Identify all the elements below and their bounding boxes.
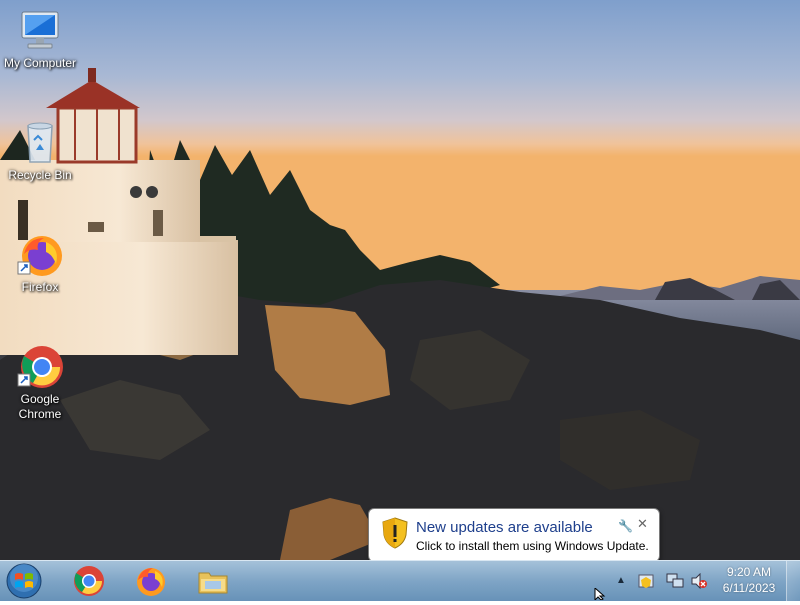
wallpaper-image xyxy=(0,0,800,560)
chrome-icon xyxy=(74,566,104,596)
taskbar-app-explorer[interactable] xyxy=(186,563,240,599)
volume-muted-icon[interactable] xyxy=(690,573,708,589)
desktop-icon-label: Firefox xyxy=(21,280,59,294)
desktop-icon-label: Google Chrome xyxy=(18,392,62,421)
warning-shield-icon xyxy=(382,517,408,549)
computer-icon xyxy=(21,11,59,49)
desktop-icon-google-chrome[interactable]: Google Chrome xyxy=(0,344,80,422)
notification-body: Click to install them using Windows Upda… xyxy=(416,539,649,553)
mouse-pointer-icon xyxy=(594,588,606,600)
desktop-icon-my-computer[interactable]: My Computer xyxy=(0,8,80,71)
clock-time: 9:20 AM xyxy=(726,565,772,579)
clock-date: 6/11/2023 xyxy=(722,581,776,595)
close-icon[interactable]: ✕ xyxy=(637,516,648,532)
options-wrench-icon[interactable]: 🔧 xyxy=(618,519,633,533)
taskbar-app-chrome[interactable] xyxy=(62,563,116,599)
notification-title: New updates are available xyxy=(416,519,593,536)
windows-update-tray-icon[interactable] xyxy=(638,573,654,589)
firefox-icon xyxy=(17,236,62,276)
taskbar: ▲ 9:20 AM 6/11/2023 xyxy=(0,560,800,601)
show-desktop-button[interactable] xyxy=(786,561,800,601)
desktop-icon-firefox[interactable]: Firefox xyxy=(0,232,80,295)
recycle-bin-icon xyxy=(27,122,53,163)
update-notification-balloon[interactable]: New updates are available Click to insta… xyxy=(368,508,660,560)
system-clock[interactable]: 9:20 AM 6/11/2023 xyxy=(712,564,786,596)
show-hidden-icons-button[interactable]: ▲ xyxy=(616,575,626,586)
windows-start-icon xyxy=(6,563,42,599)
desktop-icon-label: Recycle Bin xyxy=(8,168,72,182)
firefox-icon xyxy=(137,568,165,596)
desktop-icon-recycle-bin[interactable]: Recycle Bin xyxy=(0,120,80,183)
desktop: My Computer Recycle Bin Firefox Google C… xyxy=(0,0,800,560)
chrome-icon xyxy=(17,346,63,388)
network-icon[interactable] xyxy=(666,573,684,589)
taskbar-app-firefox[interactable] xyxy=(124,563,178,599)
folder-icon xyxy=(198,572,228,594)
start-button[interactable] xyxy=(4,562,44,600)
desktop-icon-label: My Computer xyxy=(3,56,77,70)
